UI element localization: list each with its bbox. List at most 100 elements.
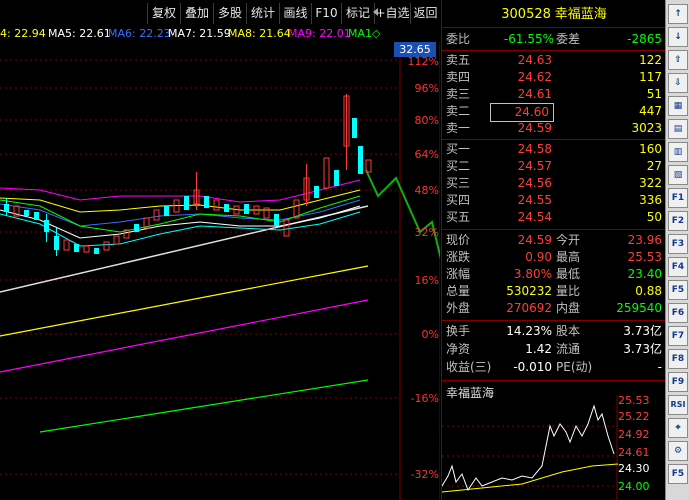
ma-legend-item: MA9: 22.01 <box>288 27 351 40</box>
list-icon[interactable]: ▤ <box>668 119 688 139</box>
bid-row[interactable]: 买一 24.58 160 <box>442 141 666 158</box>
bid-price: 24.55 <box>517 193 552 207</box>
projection-line-yellow <box>0 265 369 337</box>
ma-legend-item[interactable]: MA1◇ <box>348 27 380 40</box>
stat-row: 涨幅 3.80% 最低 23.40 <box>442 266 666 283</box>
toolbar-button-back[interactable]: 返回 <box>410 3 440 24</box>
toolbar-button-biaoji[interactable]: 标记 <box>341 3 374 24</box>
page-up-icon[interactable]: ⇧ <box>668 50 688 70</box>
stat-row: 涨跌 0.90 最高 25.53 <box>442 249 666 266</box>
stat-row: 外盘 270692 内盘 259540 <box>442 300 666 317</box>
ask-row[interactable]: 卖五 24.63 122 <box>442 52 666 69</box>
ma-legend: 4: 22.94 MA5: 22.61 MA6: 22.23 MA7: 21.5… <box>0 26 412 42</box>
ask-volume: 117 <box>639 70 662 84</box>
stat-value: 3.73亿 <box>623 324 662 338</box>
panel-icon[interactable]: ▧ <box>668 165 688 185</box>
stat-label: 现价 <box>446 233 471 247</box>
toolbar-button-f10[interactable]: F10 <box>311 3 341 24</box>
mini-axis-label: 24.92 <box>618 428 650 441</box>
ask-row[interactable]: 卖三 24.61 51 <box>442 86 666 103</box>
stat-row: 现价 24.59 今开 23.96 <box>442 232 666 249</box>
stat-value: 3.80% <box>513 267 552 281</box>
bid-level-label: 买一 <box>446 142 471 156</box>
stat-label: 今开 <box>556 233 581 247</box>
stat-value: - <box>657 360 662 374</box>
ask-level-label: 卖一 <box>446 121 471 135</box>
stat-label: 收益(三) <box>446 360 492 374</box>
ask-volume: 447 <box>639 104 662 118</box>
toolbar-button-huaxian[interactable]: 画线 <box>279 3 311 24</box>
kline-chart-canvas <box>0 42 556 500</box>
ask-price: 24.61 <box>517 87 552 101</box>
bid-row[interactable]: 买五 24.54 50 <box>442 209 666 226</box>
f5-bottom-button[interactable]: F5 <box>668 464 688 484</box>
pct-axis-label: 16% <box>414 274 439 287</box>
ask-row[interactable]: 卖二 24.60 447 <box>442 103 666 122</box>
mini-axis-label: 24.00 <box>618 480 650 493</box>
toolbar-button-duogu[interactable]: 多股 <box>213 3 246 24</box>
ask-row[interactable]: 卖四 24.62 117 <box>442 69 666 86</box>
page-down-icon[interactable]: ⇩ <box>668 73 688 93</box>
table-icon[interactable]: ▥ <box>668 142 688 162</box>
pct-axis-label: -32% <box>410 468 439 481</box>
stat-value: 530232 <box>506 284 552 298</box>
f4-button[interactable]: F4 <box>668 257 688 277</box>
f9-button[interactable]: F9 <box>668 372 688 392</box>
projection-line-green <box>39 379 369 433</box>
ma-legend-item: MA6: 22.23 <box>108 27 171 40</box>
kline-chart[interactable] <box>0 42 556 500</box>
crosshair-icon[interactable]: ⌖ <box>668 418 688 438</box>
bid-row[interactable]: 买四 24.55 336 <box>442 192 666 209</box>
f1-button[interactable]: F1 <box>668 188 688 208</box>
stat-row: 收益(三) -0.010 PE(动) - <box>442 359 666 376</box>
projection-line-magenta <box>0 299 369 373</box>
ask-row[interactable]: 卖一 24.59 3023 <box>442 120 666 137</box>
ma-legend-item: 4: 22.94 <box>0 27 46 40</box>
forecast-line <box>365 169 556 411</box>
mini-axis-label: 25.53 <box>618 394 650 407</box>
stat-value: 270692 <box>506 301 552 315</box>
pct-axis-label: 64% <box>414 148 439 161</box>
f5-button[interactable]: F5 <box>668 280 688 300</box>
grid-icon[interactable]: ▦ <box>668 96 688 116</box>
toolbar-button-add-watchlist[interactable]: +自选 <box>373 3 410 24</box>
bid-row[interactable]: 买三 24.56 322 <box>442 175 666 192</box>
weibi-value: -61.55% <box>503 32 554 46</box>
rsi-button[interactable]: RSI <box>668 395 688 415</box>
f8-button[interactable]: F8 <box>668 349 688 369</box>
ask-price: 24.62 <box>517 70 552 84</box>
stat-value: 1.42 <box>525 342 552 356</box>
weibi-label: 委比 <box>446 32 471 46</box>
stat-label: 量比 <box>556 284 581 298</box>
toolbar-button-diejia[interactable]: 叠加 <box>180 3 213 24</box>
stat-label: 换手 <box>446 324 471 338</box>
mini-intraday-chart[interactable] <box>442 396 618 500</box>
stat-value: -0.010 <box>513 360 552 374</box>
header-right-block <box>642 0 666 28</box>
f6-button[interactable]: F6 <box>668 303 688 323</box>
right-toolbar: ↑ ↓ ⇧ ⇩ ▦ ▤ ▥ ▧ F1 F2 F3 F4 F5 F6 F7 F8 … <box>665 0 689 500</box>
stat-value: 14.23% <box>506 324 552 338</box>
f2-button[interactable]: F2 <box>668 211 688 231</box>
toolbar-button-fuquan[interactable]: 复权 <box>147 3 180 24</box>
pct-axis-label: 112% <box>407 55 439 68</box>
bid-row[interactable]: 买二 24.57 27 <box>442 158 666 175</box>
stat-label: 流通 <box>556 342 581 356</box>
bid-level-label: 买二 <box>446 159 471 173</box>
quote-panel: 300528 幸福蓝海 委比 -61.55% 委差 -2865 卖五 24.63… <box>441 0 666 500</box>
weicha-value: -2865 <box>627 32 662 46</box>
toolbar-button-tongji[interactable]: 统计 <box>246 3 279 24</box>
stat-value: 25.53 <box>627 250 662 264</box>
ma-legend-item: MA8: 21.64 <box>228 27 291 40</box>
scroll-up-icon[interactable]: ↑ <box>668 4 688 24</box>
ask-level-label: 卖四 <box>446 70 471 84</box>
stat-label: 内盘 <box>556 301 581 315</box>
settings-icon[interactable]: ⚙ <box>668 441 688 461</box>
weibi-row: 委比 -61.55% 委差 -2865 <box>442 31 666 48</box>
f3-button[interactable]: F3 <box>668 234 688 254</box>
stat-label: 总量 <box>446 284 471 298</box>
stock-header[interactable]: 300528 幸福蓝海 <box>442 0 666 28</box>
scroll-down-icon[interactable]: ↓ <box>668 27 688 47</box>
bid-volume: 336 <box>639 193 662 207</box>
f7-button[interactable]: F7 <box>668 326 688 346</box>
